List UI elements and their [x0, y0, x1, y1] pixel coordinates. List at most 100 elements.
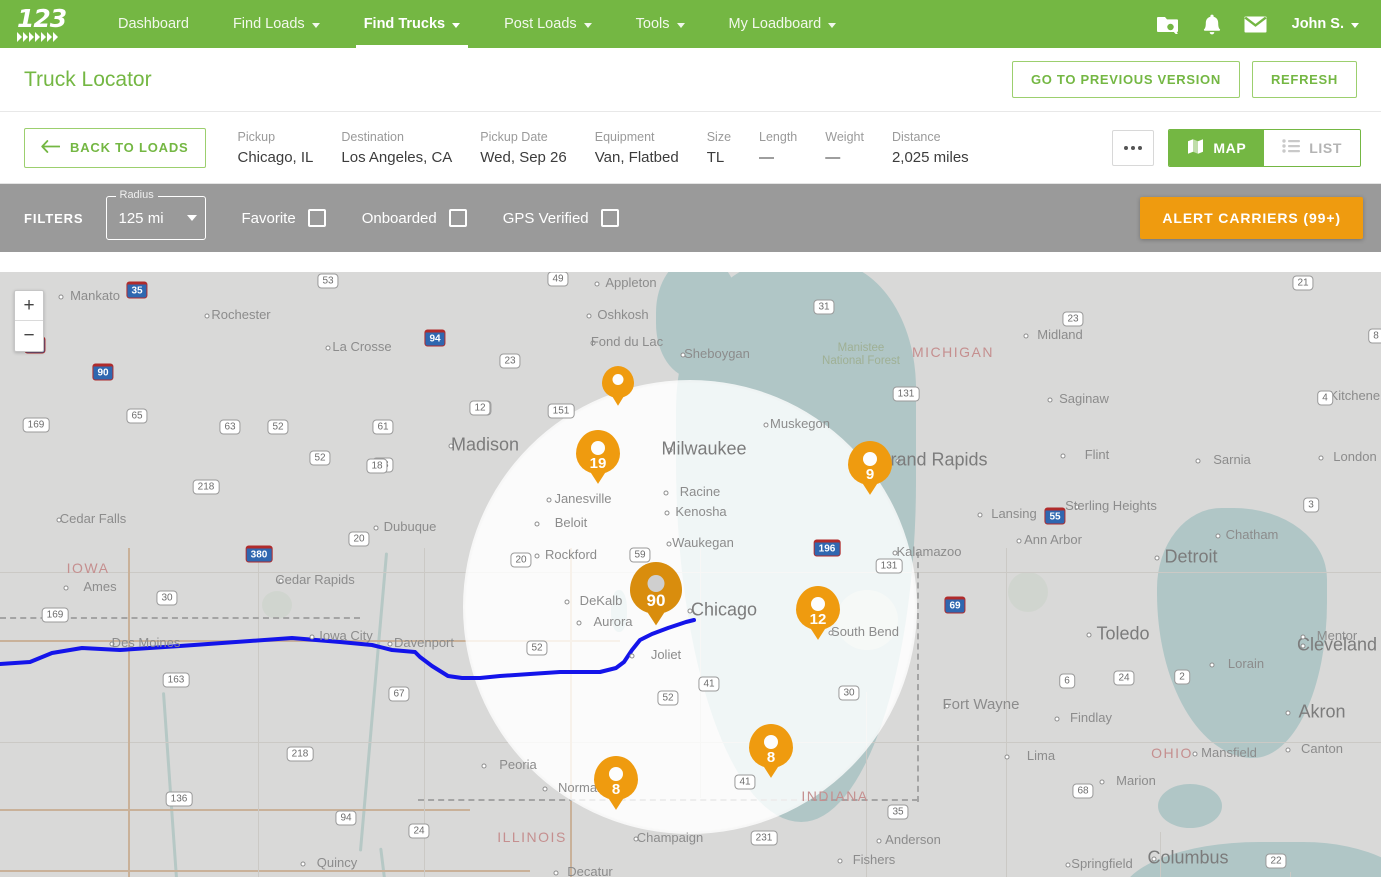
map-canvas[interactable]: Chicago to Los Angeles route + − Mankato…	[0, 272, 1381, 877]
chevron-down-icon	[186, 215, 197, 221]
dot	[1138, 145, 1143, 150]
nav-label: Post Loads	[504, 16, 577, 32]
filter-favorite-label: Favorite	[241, 209, 296, 227]
field-value: Van, Flatbed	[594, 148, 679, 166]
nav-item-my-loadboard[interactable]: My Loadboard	[707, 0, 859, 48]
pin-tail	[610, 392, 626, 406]
field-label: Weight	[825, 129, 864, 144]
view-toggle-list[interactable]: LIST	[1264, 129, 1360, 166]
pin-truck-count: 9	[865, 466, 875, 483]
user-name: John S.	[1291, 16, 1344, 32]
summary-field-length: Length —	[745, 130, 811, 166]
summary-field-destination: Destination Los Angeles, CA	[327, 130, 466, 166]
nav-label: Find Trucks	[363, 16, 446, 32]
load-summary-bar: BACK TO LOADS Pickup Chicago, IL Destina…	[0, 112, 1381, 184]
field-value: 2,025 miles	[891, 148, 969, 166]
page-title-bar: Truck Locator GO TO PREVIOUS VERSION REF…	[0, 48, 1381, 112]
map-truck-pin[interactable]: 12	[796, 586, 840, 640]
nav-item-post-loads[interactable]: Post Loads	[482, 0, 614, 48]
go-to-previous-version-button[interactable]: GO TO PREVIOUS VERSION	[1011, 61, 1240, 98]
page-title: Truck Locator	[24, 67, 152, 91]
radius-legend: Radius	[115, 189, 158, 201]
map-pin-layer: 19 9 90 12 8 8	[0, 272, 1381, 877]
filter-onboarded[interactable]: Onboarded	[362, 209, 467, 227]
pin-body: 8	[594, 756, 638, 810]
pin-body: 19	[576, 430, 620, 484]
folder-search-icon[interactable]	[1148, 0, 1188, 48]
field-label: Length	[759, 129, 798, 144]
logo-chevrons-icon	[17, 32, 79, 42]
field-label: Pickup Date	[480, 129, 548, 144]
alert-carriers-button[interactable]: ALERT CARRIERS (99+)	[1140, 197, 1363, 239]
filter-onboarded-checkbox[interactable]	[448, 209, 467, 227]
field-label: Distance	[891, 129, 941, 144]
view-toggle-map-label: MAP	[1213, 139, 1247, 156]
filters-label: FILTERS	[24, 210, 84, 226]
truck-locator-page: 123 Dashboard Find Loads Find Trucks Pos…	[0, 0, 1381, 877]
chevron-down-icon	[452, 22, 461, 28]
filter-onboarded-label: Onboarded	[361, 209, 437, 227]
pin-hole	[647, 575, 665, 592]
user-menu[interactable]: John S.	[1280, 16, 1365, 32]
zoom-in-button[interactable]: +	[15, 291, 43, 321]
map-container[interactable]: Chicago to Los Angeles route + − Mankato…	[0, 272, 1381, 877]
summary-field-pickup: Pickup Chicago, IL	[224, 130, 328, 166]
chevron-down-icon	[1351, 22, 1359, 28]
pin-hole	[609, 767, 623, 781]
brand-logo[interactable]: 123	[0, 0, 96, 48]
field-label: Equipment	[594, 129, 655, 144]
field-value: Chicago, IL	[237, 148, 314, 166]
map-truck-pin[interactable]: 9	[848, 441, 892, 495]
envelope-icon[interactable]	[1236, 0, 1276, 48]
refresh-button[interactable]: REFRESH	[1251, 61, 1357, 98]
pin-truck-count: 90	[646, 591, 666, 610]
nav-right-actions: John S.	[1148, 0, 1381, 48]
map-truck-pin[interactable]: 8	[749, 724, 793, 778]
load-summary-fields: Pickup Chicago, IL Destination Los Angel…	[224, 130, 983, 166]
nav-label: My Loadboard	[728, 16, 822, 32]
dot	[1131, 145, 1136, 150]
pin-body: 12	[796, 586, 840, 640]
pin-truck-count: 8	[766, 749, 776, 766]
list-icon	[1282, 139, 1301, 156]
filter-gps-verified[interactable]: GPS Verified	[503, 209, 619, 227]
nav-item-find-loads[interactable]: Find Loads	[211, 0, 342, 48]
zoom-out-button[interactable]: −	[15, 321, 43, 351]
field-value: Los Angeles, CA	[341, 148, 453, 166]
pin-hole	[764, 735, 778, 749]
pin-truck-count: 8	[611, 781, 621, 798]
filters-bar: FILTERS Radius 125 mi Favorite Onboarded…	[0, 184, 1381, 252]
field-value: TL	[706, 148, 725, 166]
radius-value: 125 mi	[118, 209, 164, 227]
logo-text: 123	[17, 4, 67, 33]
nav-item-tools[interactable]: Tools	[614, 0, 707, 48]
map-zoom-controls: + −	[14, 290, 44, 352]
filter-favorite[interactable]: Favorite	[242, 209, 326, 227]
pin-truck-count: 12	[809, 611, 827, 628]
summary-field-equipment: Equipment Van, Flatbed	[581, 130, 693, 166]
nav-label: Dashboard	[118, 16, 189, 32]
nav-item-dashboard[interactable]: Dashboard	[96, 0, 211, 48]
summary-field-pickup-date: Pickup Date Wed, Sep 26	[466, 130, 580, 166]
pin-body	[602, 366, 634, 406]
map-truck-pin[interactable]	[602, 366, 634, 406]
map-truck-pin[interactable]: 19	[576, 430, 620, 484]
filter-gps-verified-checkbox[interactable]	[600, 209, 619, 227]
back-to-loads-label: BACK TO LOADS	[70, 140, 189, 155]
map-truck-pin[interactable]: 90	[630, 562, 682, 626]
view-toggle-map[interactable]: MAP	[1169, 129, 1265, 166]
filter-favorite-checkbox[interactable]	[307, 209, 326, 227]
radius-select[interactable]: Radius 125 mi	[105, 189, 206, 240]
more-options-button[interactable]	[1112, 129, 1155, 166]
back-to-loads-button[interactable]: BACK TO LOADS	[24, 127, 206, 168]
field-value: —	[825, 148, 841, 166]
pin-hole	[863, 452, 877, 466]
bell-icon[interactable]	[1192, 0, 1232, 48]
summary-field-size: Size TL	[693, 130, 745, 166]
chevron-down-icon	[676, 22, 685, 28]
nav-item-find-trucks[interactable]: Find Trucks	[342, 0, 482, 48]
arrow-left-icon	[41, 139, 61, 156]
map-truck-pin[interactable]: 8	[594, 756, 638, 810]
nav-label: Find Loads	[232, 16, 305, 32]
primary-nav-items: Dashboard Find Loads Find Trucks Post Lo…	[96, 0, 1148, 48]
